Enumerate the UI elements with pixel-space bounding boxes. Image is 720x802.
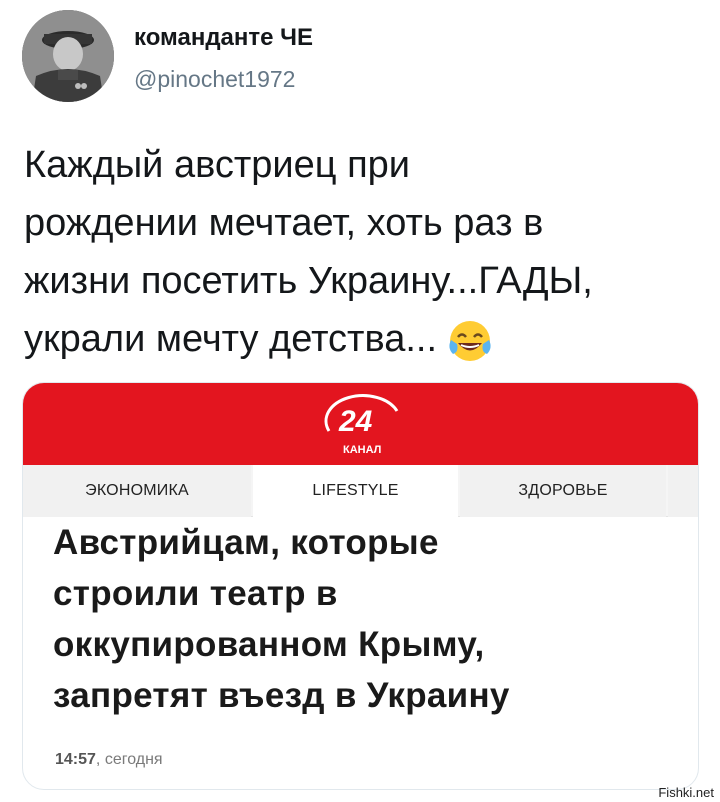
soldier-portrait-icon — [22, 10, 114, 102]
brand-label: КАНАЛ — [343, 444, 381, 456]
tweet-text: Каждый австриец при рождении мечтает, хо… — [24, 136, 704, 368]
tweet-text-body: Каждый австриец при рождении мечтает, хо… — [24, 144, 593, 360]
article-timestamp: 14:57, сегодня — [55, 751, 163, 769]
brand-number: 24 — [338, 405, 373, 438]
card-nav-bar: ЭКОНОМИКА LIFESTYLE ЗДОРОВЬЕ — [23, 465, 698, 517]
tab-health[interactable]: ЗДОРОВЬЕ — [460, 465, 666, 517]
article-time: 14:57 — [55, 751, 96, 768]
author-handle[interactable]: @pinochet1972 — [134, 66, 295, 93]
avatar[interactable] — [22, 10, 114, 102]
face-with-tears-of-joy-icon — [447, 318, 493, 364]
tab-overflow[interactable] — [668, 465, 698, 517]
channel-24-logo: 24 КАНАЛ — [324, 394, 399, 456]
article-date: , сегодня — [95, 751, 163, 768]
card-header: 24 КАНАЛ — [23, 383, 698, 465]
watermark: Fishki.net — [658, 785, 714, 800]
author-name[interactable]: команданте ЧЕ — [134, 24, 313, 52]
tab-lifestyle[interactable]: LIFESTYLE — [253, 465, 458, 517]
article-headline[interactable]: Австрийцам, которые строили театр в окку… — [53, 517, 653, 721]
tab-economy[interactable]: ЭКОНОМИКА — [23, 465, 251, 517]
link-preview-card[interactable]: 24 КАНАЛ ЭКОНОМИКА LIFESTYLE ЗДОРОВЬЕ Ав… — [22, 382, 699, 790]
